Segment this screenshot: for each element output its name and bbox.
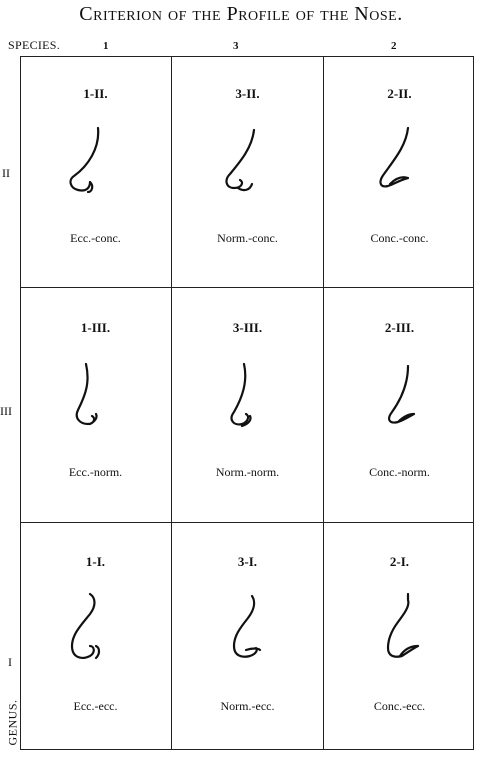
cell-3-II: 3-II. Norm.-conc. (172, 56, 323, 287)
cell-code: 1-II. (83, 86, 108, 101)
cell-3-I: 3-I. Norm.-ecc. (172, 524, 323, 755)
cell-2-II: 2-II. Conc.-conc. (324, 56, 475, 287)
cell-name: Norm.-ecc. (220, 699, 275, 713)
nose-profile-normal-normal-icon (230, 362, 252, 428)
cell-name: Norm.-conc. (217, 231, 278, 245)
nose-profile-normal-eccentric-icon (232, 594, 262, 658)
nose-profile-normal-concave-icon (225, 128, 256, 192)
cell-code: 2-I. (389, 554, 410, 569)
nose-profile-eccentric-eccentric-icon (70, 592, 101, 660)
cell-1-III: 1-III. Ecc.-norm. (20, 290, 171, 521)
cell-2-III: 2-III. Conc.-norm. (324, 290, 475, 521)
cell-code: 3-II. (235, 86, 260, 101)
column-number-1: 1 (103, 40, 109, 52)
column-number-2: 2 (391, 40, 397, 52)
cell-name: Norm.-norm. (215, 465, 280, 479)
nose-profile-eccentric-concave-icon (69, 126, 100, 194)
row-number-I: I (8, 655, 12, 669)
column-number-3: 3 (233, 40, 239, 52)
cell-1-I: 1-I. Ecc.-ecc. (20, 524, 171, 755)
cell-code: 1-III. (80, 320, 111, 335)
cell-code: 2-II. (387, 86, 412, 101)
nose-profile-eccentric-normal-icon (75, 362, 98, 426)
cell-code: 3-I. (237, 554, 258, 569)
cell-code: 3-III. (232, 320, 263, 335)
page-title: Criterion of the Profile of the Nose. (79, 3, 403, 25)
cell-1-II: 1-II. Ecc.-conc. (20, 56, 171, 287)
row-number-III: III (0, 404, 12, 418)
cell-code: 1-I. (85, 554, 106, 569)
genus-label: GENUS. (5, 699, 20, 746)
row-divider (20, 522, 474, 523)
nose-profile-concentric-eccentric-icon (386, 592, 420, 658)
cell-3-III: 3-III. Norm.-norm. (172, 290, 323, 521)
cell-code: 2-III. (384, 320, 415, 335)
nose-profile-concentric-normal-icon (388, 364, 416, 424)
cell-name: Ecc.-norm. (68, 465, 123, 479)
cell-2-I: 2-I. Conc.-ecc. (324, 524, 475, 755)
cell-name: Conc.-norm. (369, 465, 430, 479)
cell-name: Ecc.-conc. (70, 231, 121, 245)
cell-name: Conc.-ecc. (373, 699, 426, 713)
nose-profile-concentric-concave-icon (379, 126, 410, 188)
row-number-II: II (2, 166, 10, 180)
species-label: SPECIES. (8, 38, 61, 52)
row-divider (20, 287, 474, 288)
cell-name: Conc.-conc. (370, 231, 429, 245)
cell-name: Ecc.-ecc. (73, 699, 118, 713)
